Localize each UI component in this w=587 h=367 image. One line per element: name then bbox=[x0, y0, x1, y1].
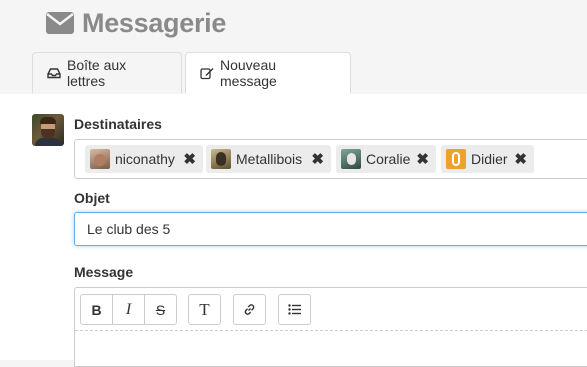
recipient-name: Coralie bbox=[366, 151, 411, 167]
recipient-avatar bbox=[211, 149, 231, 169]
avatar bbox=[32, 114, 64, 146]
recipient-name: Metallibois bbox=[236, 151, 303, 167]
heading-button-group: T bbox=[188, 294, 221, 325]
text-style-icon: T bbox=[199, 299, 210, 319]
recipient-name: Didier bbox=[471, 151, 508, 167]
edit-icon bbox=[200, 68, 214, 80]
tab-inbox[interactable]: Boîte aux lettres bbox=[32, 52, 182, 93]
link-button-group bbox=[233, 294, 266, 325]
recipients-field[interactable]: niconathy ✖ Metallibois ✖ Coralie ✖ Didi… bbox=[74, 139, 587, 179]
bold-icon: B bbox=[91, 301, 102, 318]
recipient-name: niconathy bbox=[115, 151, 175, 167]
recipient-avatar bbox=[446, 149, 466, 169]
italic-icon: I bbox=[125, 300, 132, 318]
tab-bar: Boîte aux lettres Nouveau message bbox=[0, 52, 587, 95]
strikethrough-icon: S bbox=[155, 301, 166, 318]
envelope-icon bbox=[46, 12, 74, 34]
remove-recipient-icon[interactable]: ✖ bbox=[416, 150, 429, 168]
link-icon bbox=[244, 304, 255, 315]
message-editor[interactable]: B I S T bbox=[74, 287, 587, 367]
subject-input[interactable] bbox=[74, 212, 587, 246]
recipient-avatar bbox=[341, 149, 361, 169]
recipient-chip: Didier ✖ bbox=[441, 145, 534, 173]
inbox-icon bbox=[47, 68, 61, 79]
italic-button[interactable]: I bbox=[112, 294, 145, 325]
remove-recipient-icon[interactable]: ✖ bbox=[514, 150, 527, 168]
list-button-group bbox=[278, 294, 311, 325]
remove-recipient-icon[interactable]: ✖ bbox=[311, 150, 324, 168]
remove-recipient-icon[interactable]: ✖ bbox=[183, 150, 196, 168]
tab-new-message[interactable]: Nouveau message bbox=[185, 52, 351, 94]
recipient-chip: Metallibois ✖ bbox=[206, 145, 331, 173]
recipient-chip: niconathy ✖ bbox=[85, 145, 203, 173]
tab-inbox-label: Boîte aux lettres bbox=[67, 57, 127, 89]
page-header: Messagerie bbox=[46, 6, 226, 40]
tab-new-message-label: Nouveau message bbox=[220, 57, 277, 89]
recipient-chip: Coralie ✖ bbox=[336, 145, 436, 173]
bullet-list-icon bbox=[288, 304, 301, 315]
text-style-button[interactable]: T bbox=[188, 294, 221, 325]
subject-label: Objet bbox=[74, 190, 110, 206]
link-button[interactable] bbox=[233, 294, 266, 325]
page-title: Messagerie bbox=[82, 7, 227, 38]
recipients-label: Destinataires bbox=[74, 116, 162, 132]
compose-panel: Destinataires niconathy ✖ Metallibois ✖ … bbox=[0, 94, 587, 367]
toolbar-divider bbox=[75, 330, 587, 331]
bullet-list-button[interactable] bbox=[278, 294, 311, 325]
format-button-group: B I S bbox=[80, 294, 177, 325]
message-label: Message bbox=[74, 264, 134, 280]
recipient-avatar bbox=[90, 149, 110, 169]
strikethrough-button[interactable]: S bbox=[144, 294, 177, 325]
bold-button[interactable]: B bbox=[80, 294, 113, 325]
